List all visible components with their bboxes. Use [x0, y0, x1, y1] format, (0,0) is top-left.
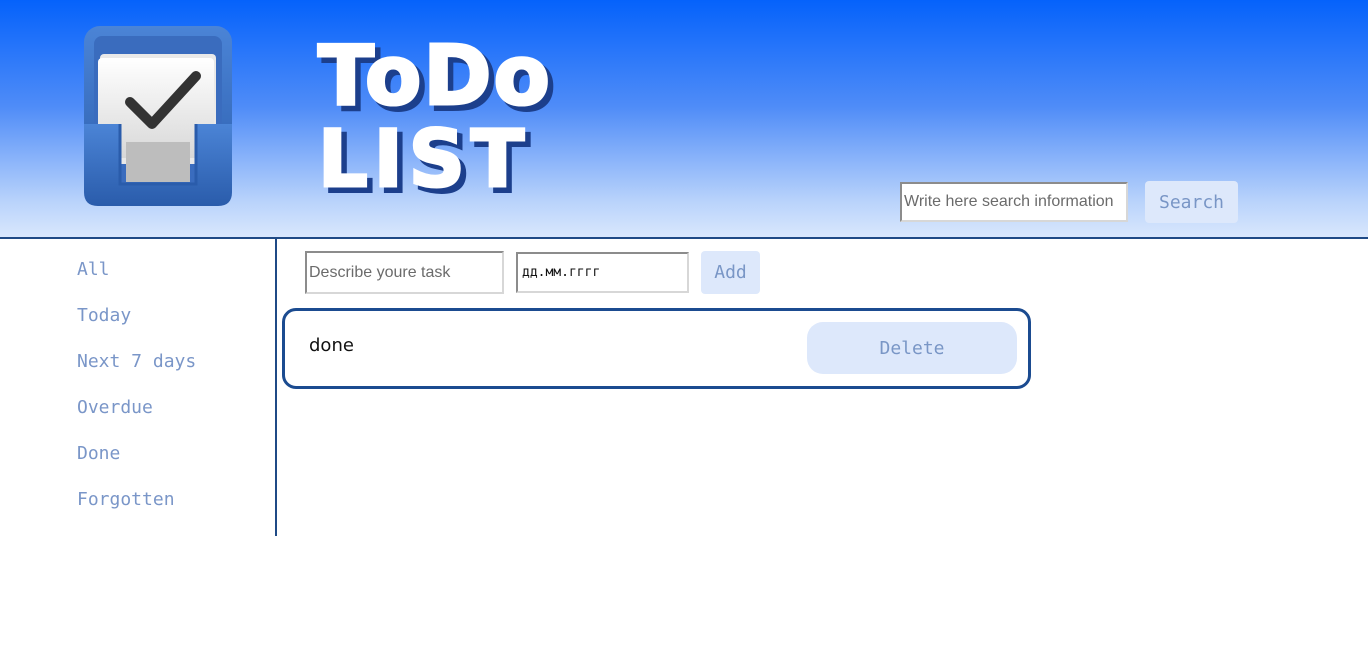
sidebar-item-done[interactable]: Done	[77, 443, 120, 464]
task-description-input[interactable]	[305, 251, 504, 294]
task-item: done Delete	[282, 308, 1031, 389]
sidebar: All Today Next 7 days Overdue Done Forgo…	[0, 239, 277, 536]
title-line-1-front: ToDo	[318, 29, 552, 124]
task-date-value: дд.мм.гггг	[522, 265, 601, 280]
task-date-input[interactable]: дд.мм.гггг	[516, 252, 689, 293]
task-text: done	[309, 335, 354, 356]
add-task-button[interactable]: Add	[701, 251, 760, 294]
header: ToDo ToDo LIST LIST Search	[0, 0, 1368, 239]
sidebar-item-overdue[interactable]: Overdue	[77, 397, 153, 418]
todo-inbox-check-icon	[84, 26, 232, 206]
delete-task-button[interactable]: Delete	[807, 322, 1017, 374]
search-button[interactable]: Search	[1145, 181, 1238, 223]
search-input[interactable]	[900, 182, 1128, 222]
title-line-2-front: LIST	[318, 115, 530, 202]
app-title-logo: ToDo ToDo LIST LIST	[317, 28, 557, 203]
sidebar-item-forgotten[interactable]: Forgotten	[77, 489, 175, 510]
sidebar-item-next-7-days[interactable]: Next 7 days	[77, 351, 196, 372]
sidebar-item-today[interactable]: Today	[77, 305, 131, 326]
sidebar-item-all[interactable]: All	[77, 259, 110, 280]
